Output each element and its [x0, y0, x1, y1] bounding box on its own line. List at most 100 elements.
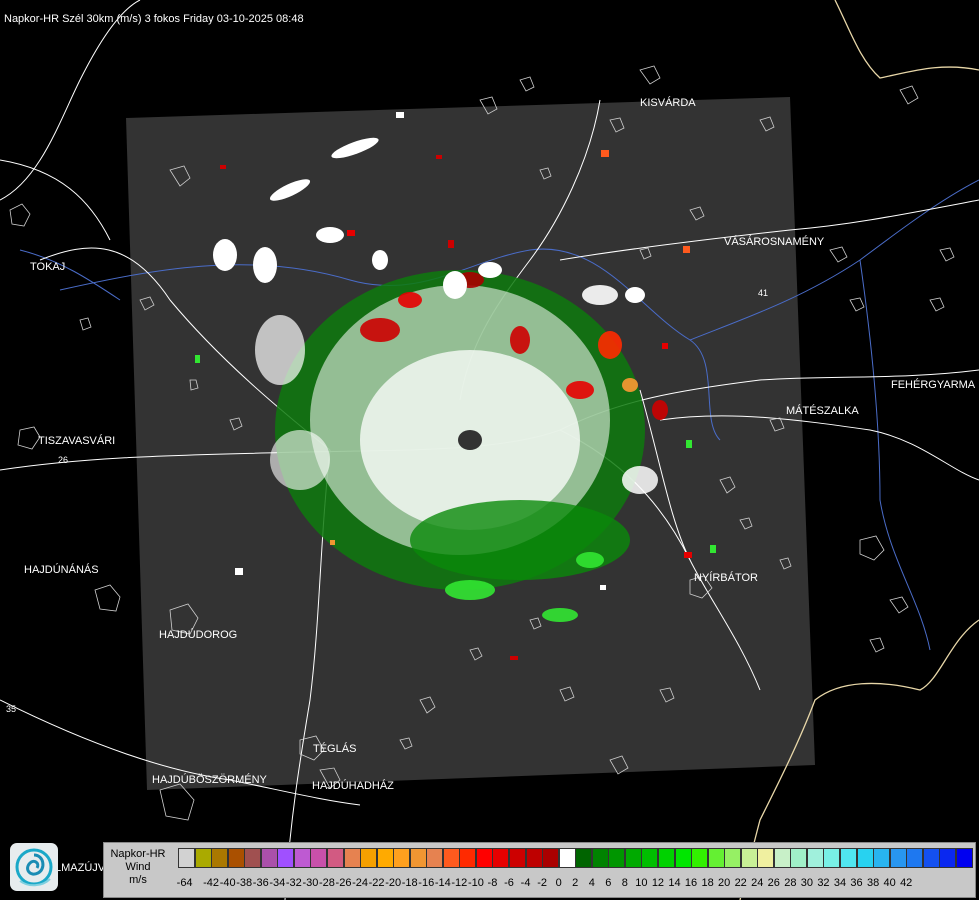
legend-title-line: Napkor-HR	[110, 848, 166, 860]
city-label-hajduboszormeny: HAJDÚBÖSZÖRMÉNY	[152, 774, 267, 786]
road-number-41: 41	[758, 288, 768, 298]
city-label-hajdunanas: HAJDÚNÁNÁS	[24, 564, 99, 576]
legend-tick-label: 32	[817, 877, 830, 889]
legend-swatch	[773, 848, 791, 868]
legend-title-line: m/s	[129, 874, 147, 886]
legend-tick-label: -12	[451, 877, 468, 889]
legend-tick-label: 28	[784, 877, 797, 889]
legend-tick-label: 36	[850, 877, 863, 889]
legend-tick-label: 38	[866, 877, 880, 889]
legend-swatch	[624, 848, 642, 868]
legend-swatch	[442, 848, 460, 868]
city-label-fehergyarmat: FEHÉRGYARMA	[891, 379, 976, 391]
legend-tick-label: -20	[385, 877, 402, 889]
legend-tick-label: -14	[434, 877, 451, 889]
legend-tick-label: -6	[504, 877, 514, 889]
legend-swatch	[525, 848, 543, 868]
legend-tick-label: 6	[605, 877, 612, 889]
legend-swatch	[558, 848, 576, 868]
legend-tick-label: 26	[767, 877, 780, 889]
legend-swatch	[575, 848, 593, 868]
legend-tick-label: -2	[537, 877, 547, 889]
legend-swatch	[326, 848, 344, 868]
legend-tick-label: 4	[588, 877, 595, 889]
legend-tick-label: -4	[520, 877, 531, 889]
legend-swatch	[409, 848, 427, 868]
legend-tick-label: -30	[302, 877, 319, 889]
city-label-vasarosnameny: VÁSÁROSNAMÉNY	[724, 236, 825, 248]
city-label-hajduhadhaz: HAJDÚHADHÁZ	[312, 780, 394, 792]
legend-tick-label: -22	[368, 877, 385, 889]
legend-swatch	[707, 848, 725, 868]
legend-tick-label: -24	[352, 877, 368, 889]
legend-tick-label: 34	[833, 877, 847, 889]
legend-swatch	[955, 848, 973, 868]
legend-tick-label: 14	[668, 877, 681, 889]
legend-swatch	[657, 848, 675, 868]
city-label-tiszavasvari: TISZAVASVÁRI	[38, 435, 116, 447]
legend-swatch	[360, 848, 378, 868]
swirl-logo-icon	[15, 848, 53, 887]
legend-swatch	[856, 848, 874, 868]
legend-swatch	[178, 848, 195, 868]
city-label-mateszalka: MÁTÉSZALKA	[786, 405, 859, 417]
legend-tick-label: -8	[487, 877, 498, 889]
legend-tick-label: 18	[701, 877, 714, 889]
legend-tick-label: 40	[883, 877, 896, 889]
legend-title: Napkor-HR Wind m/s	[106, 848, 170, 887]
legend-swatch	[906, 848, 924, 868]
city-label-hajdudorog: HAJDÚDOROG	[159, 629, 238, 641]
legend-tick-label: 30	[800, 877, 814, 889]
legend-tick-label: -16	[418, 877, 435, 889]
napkor-logo	[10, 843, 58, 891]
legend-tick-label: 20	[718, 877, 731, 889]
legend-swatch	[475, 848, 493, 868]
legend-swatch	[740, 848, 758, 868]
legend-swatch	[542, 848, 560, 868]
legend-swatch	[376, 848, 394, 868]
city-label-nyirbator: NYÍRBÁTOR	[694, 572, 758, 584]
road-number-35: 35	[6, 704, 16, 714]
legend-swatch	[393, 848, 411, 868]
legend-tick-label: -34	[269, 877, 286, 889]
legend-swatch	[591, 848, 609, 868]
legend-swatch	[922, 848, 940, 868]
legend-swatch	[426, 848, 444, 868]
legend-swatch	[823, 848, 841, 868]
legend-swatch	[840, 848, 857, 868]
legend-swatch	[724, 848, 742, 868]
legend-swatch	[790, 848, 808, 868]
legend-swatch	[509, 848, 526, 868]
city-label-kisvarda: KISVÁRDA	[640, 97, 696, 109]
legend-swatch	[641, 848, 659, 868]
legend-tick-label: -26	[335, 877, 352, 889]
legend-tick-label: 16	[684, 877, 698, 889]
radar-map: 26 35 41	[0, 0, 979, 900]
legend-swatch	[227, 848, 245, 868]
legend-tick-label: -36	[252, 877, 269, 889]
road-number-26: 26	[58, 455, 68, 465]
legend-swatch	[211, 848, 229, 868]
legend-tick-label: -10	[467, 877, 484, 889]
legend-swatch	[459, 848, 477, 868]
legend-tick-label: 2	[572, 877, 579, 889]
legend-swatch	[806, 848, 824, 868]
legend-swatch	[608, 848, 626, 868]
legend-swatch	[194, 848, 212, 868]
legend-tick-label: 12	[651, 877, 665, 889]
legend-swatch	[343, 848, 361, 868]
legend-swatch	[310, 848, 328, 868]
legend-swatch	[873, 848, 891, 868]
legend-swatch	[244, 848, 262, 868]
legend-title-line: Wind	[125, 861, 151, 873]
legend-tick-label: -40	[219, 877, 236, 889]
legend-swatch	[293, 848, 311, 868]
legend-tick-label: 10	[635, 877, 648, 889]
legend-tick-label: 0	[555, 877, 562, 889]
legend-tick-label: 22	[734, 877, 747, 889]
map-title: Napkor-HR Szél 30km (m/s) 3 fokos Friday…	[4, 13, 304, 25]
legend-tick-label: -64	[176, 877, 193, 889]
legend-swatch	[691, 848, 709, 868]
city-label-tokaj: TOKAJ	[30, 261, 66, 273]
legend-tick-label: 42	[900, 877, 913, 889]
